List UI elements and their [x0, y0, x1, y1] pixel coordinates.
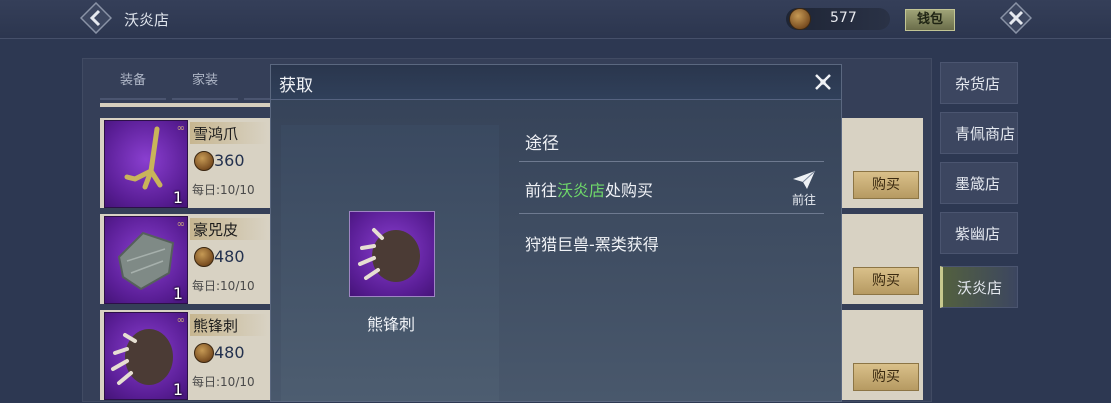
item-limit: 每日:10/10 — [192, 183, 255, 197]
item-limit: 每日:10/10 — [192, 279, 255, 293]
acquire-modal: 获取 熊锋刺 途径 前往沃炎店处购买 前往 狩猎巨兽-罴类获得 — [270, 64, 842, 402]
coin-icon — [194, 343, 214, 363]
coin-icon — [789, 8, 811, 30]
close-icon[interactable] — [1000, 2, 1032, 34]
shop-item[interactable]: ∞ 1 熊锋刺 480 每日:10/10 — [100, 310, 270, 400]
route-shop-name: 沃炎店 — [557, 181, 606, 200]
shop-nav-item[interactable]: 墨箴店 — [940, 162, 1018, 204]
shop-nav-item[interactable]: 杂货店 — [940, 62, 1018, 104]
goto-button[interactable]: 前往 — [787, 169, 821, 209]
shop-item[interactable]: ∞ 1 雪鸿爪 360 每日:10/10 — [100, 118, 270, 208]
list-divider — [100, 103, 270, 107]
back-icon[interactable] — [80, 2, 112, 34]
buy-button[interactable]: 购买 — [853, 267, 919, 295]
shop-title: 沃炎店 — [124, 11, 170, 29]
currency-display: 577 — [786, 8, 890, 30]
item-limit: 每日:10/10 — [192, 375, 255, 389]
buy-button[interactable]: 购买 — [853, 363, 919, 391]
link-icon: ∞ — [176, 219, 185, 230]
divider — [519, 213, 824, 214]
link-icon: ∞ — [176, 123, 185, 134]
item-price: 360 — [214, 151, 245, 170]
route-title: 途径 — [525, 134, 559, 154]
paper-plane-icon — [793, 170, 816, 189]
coin-icon — [194, 151, 214, 171]
currency-value: 577 — [830, 10, 857, 26]
modal-header: 获取 — [271, 65, 841, 100]
shop-nav-item-active[interactable]: 沃炎店 — [940, 266, 1018, 308]
item-name: 熊锋刺 — [193, 317, 239, 335]
route-shop: 前往沃炎店处购买 — [525, 177, 653, 201]
route-text: 处购买 — [605, 181, 654, 200]
shop-item-right: 购买 — [840, 118, 923, 208]
item-thumbnail: ∞ 1 — [104, 120, 188, 208]
coin-icon — [194, 247, 214, 267]
item-name: 豪兕皮 — [193, 221, 239, 239]
item-thumbnail: ∞ 1 — [104, 312, 188, 400]
item-price: 480 — [214, 343, 245, 362]
shop-item[interactable]: ∞ 1 豪兕皮 480 每日:10/10 — [100, 214, 270, 304]
item-quantity: 1 — [172, 188, 183, 207]
close-icon[interactable] — [811, 70, 835, 94]
item-quantity: 1 — [172, 284, 183, 303]
route-hunt: 狩猎巨兽-罴类获得 — [525, 235, 659, 254]
item-price: 480 — [214, 247, 245, 266]
item-name: 熊锋刺 — [366, 315, 415, 334]
item-icon — [349, 211, 435, 297]
item-name: 雪鸿爪 — [193, 125, 239, 143]
item-quantity: 1 — [172, 380, 183, 399]
divider — [519, 161, 824, 162]
modal-title: 获取 — [279, 76, 313, 96]
shop-item-right: 购买 — [840, 310, 923, 400]
wallet-button[interactable]: 钱包 — [905, 9, 955, 31]
route-text: 前往 — [525, 181, 558, 200]
tab-furniture[interactable]: 家装 — [172, 64, 238, 100]
shop-nav-item[interactable]: 青佩商店 — [940, 112, 1018, 154]
shop-item-right: 购买 — [840, 214, 923, 304]
shop-nav-item[interactable]: 紫幽店 — [940, 212, 1018, 254]
top-bar: 沃炎店 577 钱包 — [0, 0, 1111, 39]
item-thumbnail: ∞ 1 — [104, 216, 188, 304]
spike-icon — [358, 228, 420, 282]
link-icon: ∞ — [176, 315, 185, 326]
tab-equipment[interactable]: 装备 — [100, 64, 166, 100]
buy-button[interactable]: 购买 — [853, 171, 919, 199]
goto-label: 前往 — [791, 193, 816, 207]
